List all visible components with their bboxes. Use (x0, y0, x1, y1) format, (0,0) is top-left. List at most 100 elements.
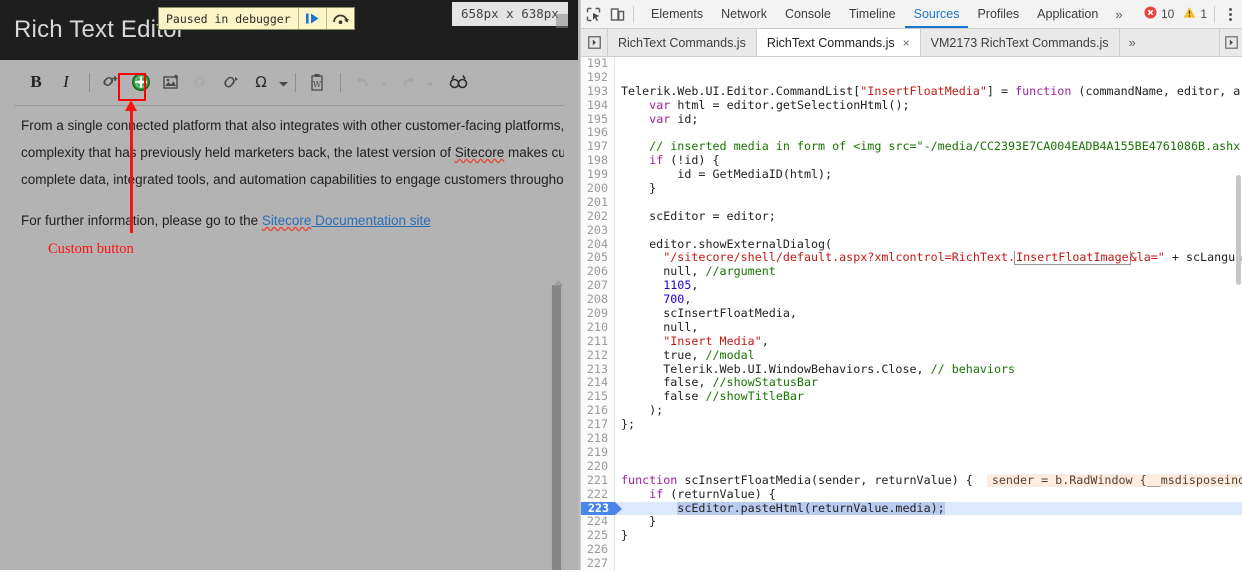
tab-console[interactable]: Console (776, 1, 840, 28)
undo-button[interactable] (348, 68, 376, 96)
line-number[interactable]: 194 (581, 98, 615, 113)
line-number[interactable]: 216 (581, 403, 615, 419)
line-number[interactable]: 223 (581, 501, 622, 516)
close-icon[interactable]: × (903, 36, 910, 50)
line-number[interactable]: 214 (581, 376, 615, 391)
code-line: 204 editor.showExternalDialog( (581, 237, 1242, 252)
line-number[interactable]: 203 (581, 223, 615, 238)
code-scrollbar[interactable] (1235, 57, 1242, 572)
rich-text-editor-content[interactable]: From a single connected platform that al… (14, 105, 564, 286)
line-number[interactable]: 191 (581, 57, 615, 71)
code-token: "Insert Media" (663, 334, 762, 348)
tab-profiles[interactable]: Profiles (968, 1, 1028, 28)
scroll-right-icon[interactable] (1219, 29, 1242, 56)
editor-paragraph-line-4: For further information, please go to th… (14, 207, 564, 234)
tab-network[interactable]: Network (712, 1, 776, 28)
line-number[interactable]: 212 (581, 348, 615, 363)
line-number[interactable]: 215 (581, 389, 615, 405)
code-token: html = editor.getSelectionHtml(); (670, 98, 910, 112)
find-replace-button[interactable] (444, 68, 472, 96)
redo-dropdown-caret-icon[interactable] (426, 75, 434, 90)
line-number[interactable]: 193 (581, 84, 615, 99)
line-number[interactable]: 209 (581, 306, 615, 321)
line-number[interactable]: 196 (581, 126, 615, 141)
warning-counter[interactable]: 1 (1183, 6, 1207, 22)
code-scrollbar-thumb[interactable] (1236, 175, 1241, 285)
error-counter[interactable]: 10 (1144, 6, 1174, 22)
redo-button[interactable] (394, 68, 422, 96)
inspect-element-icon[interactable] (581, 1, 605, 27)
line-number[interactable]: 192 (581, 70, 615, 85)
code-line: 199 id = GetMediaID(html); (581, 167, 1242, 183)
scroll-up-chevron-icon[interactable] (552, 277, 565, 290)
line-number[interactable]: 226 (581, 542, 615, 558)
bold-button[interactable]: B (22, 68, 50, 96)
line-number[interactable]: 217 (581, 417, 615, 433)
step-over-icon[interactable] (325, 8, 354, 29)
paused-in-debugger-overlay: Paused in debugger (158, 7, 355, 30)
devtools-panel-tabs: Elements Network Console Timeline Source… (642, 0, 1131, 28)
source-tabs-overflow-button[interactable]: » (1120, 29, 1145, 56)
panel-tabs-overflow-button[interactable]: » (1107, 1, 1130, 28)
remove-link-button[interactable] (187, 68, 215, 96)
resume-script-icon[interactable] (297, 8, 326, 29)
line-number[interactable]: 199 (581, 167, 615, 183)
line-number[interactable]: 201 (581, 195, 615, 210)
line-number[interactable]: 222 (581, 487, 615, 502)
line-number[interactable]: 200 (581, 181, 615, 196)
italic-button[interactable]: I (52, 68, 80, 96)
tab-timeline[interactable]: Timeline (840, 1, 905, 28)
paste-from-word-button[interactable]: W (303, 68, 331, 96)
line-number[interactable]: 225 (581, 528, 615, 544)
insert-link-button[interactable] (97, 68, 125, 96)
sitecore-documentation-link-part1[interactable]: Sitecore (262, 213, 312, 228)
anchor-button[interactable] (217, 68, 245, 96)
line-number[interactable]: 198 (581, 153, 615, 169)
special-character-dropdown-caret-icon[interactable] (279, 75, 288, 90)
editor-scrollbar-thumb[interactable] (552, 285, 561, 570)
tab-elements[interactable]: Elements (642, 1, 712, 28)
special-character-button[interactable]: Ω (247, 68, 275, 96)
image-manager-button[interactable] (157, 68, 185, 96)
code-line: 218 (581, 431, 1242, 446)
line-number[interactable]: 210 (581, 320, 615, 335)
code-token: } (621, 529, 629, 543)
line-number[interactable]: 227 (581, 556, 615, 571)
line-number[interactable]: 205 (581, 251, 615, 266)
tab-application[interactable]: Application (1028, 1, 1107, 28)
line-number[interactable]: 207 (581, 278, 615, 294)
line-number[interactable]: 220 (581, 459, 615, 474)
toolbar-separator-3 (340, 72, 341, 92)
line-number[interactable]: 213 (581, 362, 615, 377)
line-number[interactable]: 208 (581, 292, 615, 308)
line-number[interactable]: 202 (581, 209, 615, 224)
line-number[interactable]: 211 (581, 334, 615, 349)
undo-dropdown-caret-icon[interactable] (380, 75, 388, 90)
sources-tab-strip: RichText Commands.js RichText Commands.j… (581, 29, 1242, 57)
line-number[interactable]: 204 (581, 237, 615, 252)
line-number[interactable]: 206 (581, 264, 615, 280)
line-number[interactable]: 218 (581, 431, 615, 446)
tab-sources[interactable]: Sources (904, 1, 969, 28)
show-navigator-icon[interactable] (581, 29, 608, 56)
source-tab-2[interactable]: RichText Commands.js × (756, 29, 921, 56)
line-number[interactable]: 219 (581, 445, 615, 460)
more-options-kebab-icon[interactable] (1222, 1, 1238, 27)
editor-scrollbar[interactable] (549, 280, 564, 570)
code-line-text: } (615, 515, 1242, 529)
code-line: 191 (581, 57, 1242, 71)
sitecore-documentation-link-part2[interactable]: Documentation site (311, 213, 431, 228)
code-line-text (615, 557, 1242, 571)
source-tab-1[interactable]: RichText Commands.js (608, 29, 757, 56)
line-number[interactable]: 195 (581, 112, 615, 127)
code-line: 198 if (!id) { (581, 153, 1242, 169)
custom-insert-float-media-button[interactable] (127, 68, 155, 96)
code-token: scEditor = editor; (621, 209, 776, 223)
line-number[interactable]: 197 (581, 139, 615, 155)
toggle-device-toolbar-icon[interactable] (605, 1, 629, 27)
line-number[interactable]: 221 (581, 473, 615, 488)
source-code-editor[interactable]: 191 192 193 Telerik.Web.UI.Editor.CommandLi… (581, 57, 1242, 572)
line-number[interactable]: 224 (581, 514, 615, 530)
source-tab-3[interactable]: VM2173 RichText Commands.js (920, 29, 1120, 56)
code-line: 211 "Insert Media", (581, 334, 1242, 349)
